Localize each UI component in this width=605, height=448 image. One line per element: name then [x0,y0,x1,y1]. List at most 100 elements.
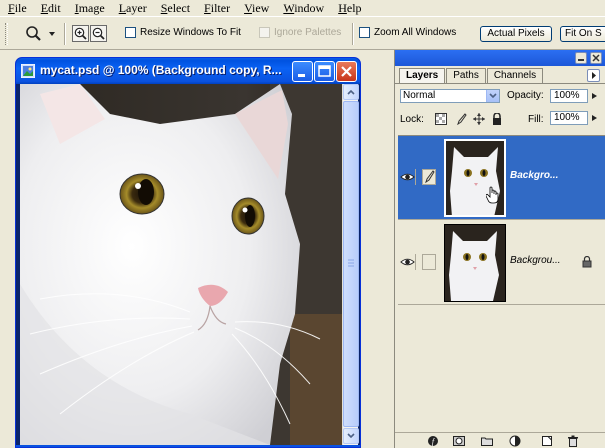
palette-bottom-bar: f [395,432,605,448]
opacity-field[interactable]: 100% [550,89,588,103]
palette-minimize-button[interactable] [575,52,587,64]
actual-pixels-button[interactable]: Actual Pixels [480,26,552,42]
maximize-icon [318,65,331,77]
chevron-up-icon [347,89,355,95]
tab-paths[interactable]: Paths [446,68,486,83]
palette-titlebar[interactable] [395,50,605,66]
resize-windows-label: Resize Windows To Fit [140,27,241,38]
resize-windows-checkbox[interactable]: Resize Windows To Fit [125,27,241,38]
ignore-palettes-label: Ignore Palettes [274,27,342,38]
palette-tabs: Layers Paths Channels [399,68,544,83]
fit-on-screen-button[interactable]: Fit On S [560,26,605,42]
zoom-out-icon [92,27,105,40]
document-window: mycat.psd @ 100% (Background copy, R... [15,57,361,448]
ignore-palettes-checkbox: Ignore Palettes [259,27,341,38]
separator [64,23,66,45]
vertical-scrollbar[interactable] [342,84,359,445]
flyout-menu-icon [592,72,596,79]
trash-icon[interactable] [567,435,579,447]
minimize-icon [298,74,305,77]
lock-transparency-icon[interactable] [435,113,447,125]
lock-icon [582,256,592,268]
checkbox-box [125,27,136,38]
blend-mode-select[interactable]: Normal [400,89,500,103]
visibility-eye-icon[interactable] [400,169,416,185]
grip-icon [348,259,354,267]
hand-cursor-icon [486,186,499,204]
close-button[interactable] [336,61,357,82]
zoom-in-button[interactable] [72,25,89,42]
zoom-out-button[interactable] [90,25,107,42]
menu-view[interactable]: View [244,1,269,15]
menu-window[interactable]: Window [283,1,324,15]
tab-channels[interactable]: Channels [486,68,544,83]
minimize-icon [578,59,584,61]
separator [352,23,354,45]
checkbox-box [359,27,370,38]
lock-pixels-brush-icon[interactable] [455,113,467,125]
tool-preset-picker[interactable] [22,23,58,45]
scroll-down-button[interactable] [343,428,359,444]
close-icon [341,66,352,77]
menu-edit[interactable]: Edit [41,1,61,15]
layer-row-background[interactable]: Backgrou... [398,221,605,305]
image-canvas[interactable] [20,84,342,445]
document-title: mycat.psd @ 100% (Background copy, R... [40,63,282,77]
scroll-up-button[interactable] [343,84,359,100]
chevron-down-icon [347,433,355,439]
close-icon [592,54,600,62]
layer-row-background-copy[interactable]: Backgro... [398,136,605,220]
zoom-in-icon [74,27,87,40]
minimize-button[interactable] [292,61,313,82]
layer-thumbnail [444,139,506,217]
menu-bar: File Edit Image Layer Select Filter View… [0,0,605,15]
menu-filter[interactable]: Filter [204,1,230,15]
visibility-eye-icon[interactable] [400,254,416,270]
zoom-all-windows-checkbox[interactable]: Zoom All Windows [359,27,456,38]
layer-link-box[interactable] [422,254,436,270]
fill-label: Fill: [528,114,544,125]
new-layer-icon[interactable] [541,435,553,447]
layer-name[interactable]: Backgro... [510,170,558,181]
adjustment-layer-icon[interactable] [509,435,521,447]
fill-field[interactable]: 100% [550,111,588,125]
zoom-all-label: Zoom All Windows [374,27,457,38]
layer-style-icon[interactable]: f [427,435,439,447]
group-folder-icon[interactable] [481,435,493,447]
zoom-tool-icon [26,26,55,41]
cat-thumbnail-image [445,225,505,301]
lock-all-icon[interactable] [491,113,503,125]
palette-close-button[interactable] [590,52,602,64]
layers-list: Backgro... Backgrou... [398,135,605,440]
layer-thumbnail [444,224,506,302]
menu-layer[interactable]: Layer [119,1,147,15]
checkbox-box [259,27,270,38]
lock-position-move-icon[interactable] [473,113,485,125]
menu-select[interactable]: Select [161,1,190,15]
fill-slider-icon[interactable] [590,111,598,125]
document-titlebar[interactable]: mycat.psd @ 100% (Background copy, R... [16,58,360,84]
opacity-slider-icon[interactable] [590,89,598,103]
chevron-down-icon [489,93,497,99]
layer-name[interactable]: Backgrou... [510,255,561,266]
blend-mode-value: Normal [403,90,436,101]
dropdown-button[interactable] [486,90,499,102]
options-bar: Resize Windows To Fit Ignore Palettes Zo… [0,16,605,50]
opacity-label: Opacity: [507,90,544,101]
menu-image[interactable]: Image [75,1,105,15]
lock-label: Lock: [400,114,424,125]
maximize-button[interactable] [314,61,335,82]
scroll-thumb[interactable] [343,101,359,427]
mask-icon[interactable] [453,435,465,447]
cat-thumbnail-image [446,141,504,215]
photoshop-document-icon [21,64,35,78]
tab-divider [395,83,605,84]
layer-link-brush[interactable] [422,169,436,185]
menu-file[interactable]: File [8,1,27,15]
toolbar-grip[interactable] [5,23,8,45]
cat-photo [20,84,342,445]
tab-layers[interactable]: Layers [399,68,446,83]
palette-menu-button[interactable] [587,69,600,82]
paintbrush-icon [425,170,435,184]
menu-help[interactable]: Help [338,1,361,15]
